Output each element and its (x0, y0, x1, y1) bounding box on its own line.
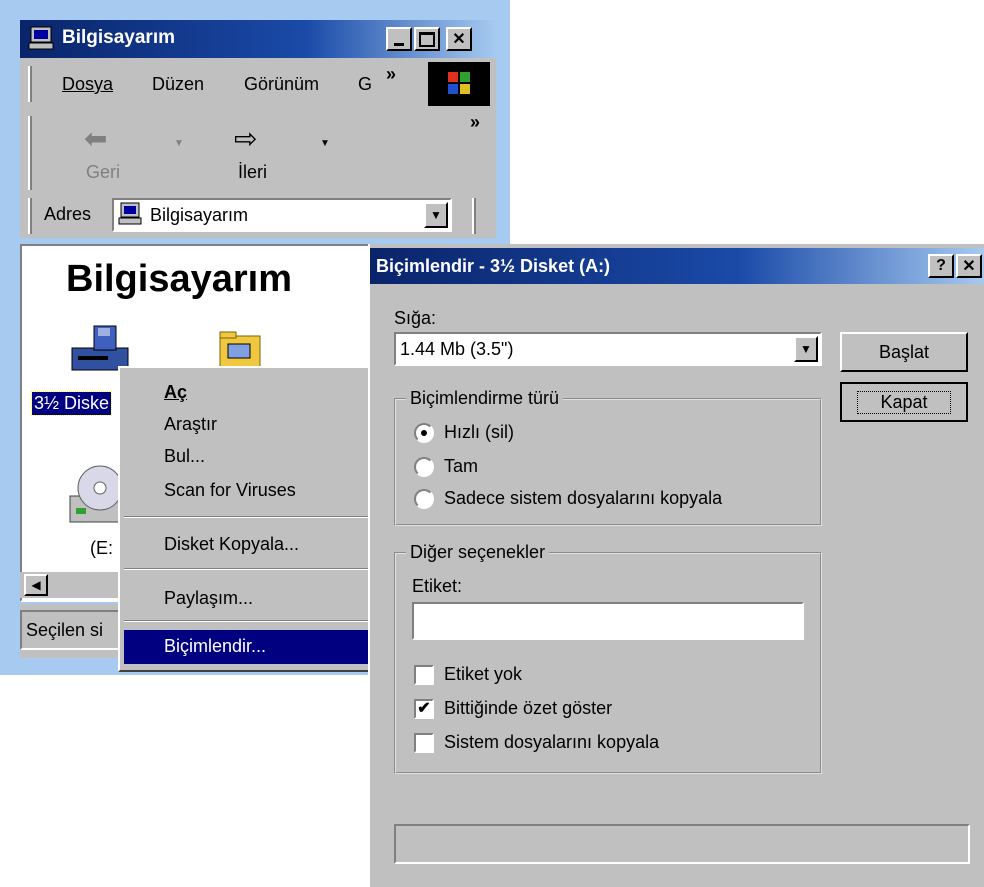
context-menu: Aç Araştır Bul... Scan for Viruses Diske… (118, 366, 382, 672)
other-options-group-title: Diğer seçenekler (406, 542, 550, 563)
close-icon: ✕ (962, 258, 976, 275)
radio-quick-circle[interactable] (414, 422, 434, 443)
computer-icon (28, 26, 54, 50)
address-combo[interactable]: Bilgisayarım ▼ (112, 198, 452, 232)
menu-item-truncated[interactable]: G (358, 74, 372, 95)
menu-item-copy-disk[interactable]: Disket Kopyala... (164, 534, 299, 555)
close-dialog-button-label: Kapat (857, 390, 951, 414)
address-bar-end-grip[interactable] (472, 198, 476, 234)
menu-item-open[interactable]: Aç (164, 382, 187, 403)
explorer-title: Bilgisayarım (62, 27, 175, 48)
status-text: Seçilen si (26, 620, 104, 640)
address-dropdown-button[interactable]: ▼ (424, 202, 448, 228)
toolbar-grip[interactable] (28, 116, 32, 190)
radio-full-label[interactable]: Tam (444, 456, 478, 477)
toolbar: ⬅ Geri ▼ ⇨ İleri ▼ » (20, 110, 496, 195)
address-bar-grip[interactable] (28, 198, 32, 234)
checkbox-no-label-text[interactable]: Etiket yok (444, 664, 522, 685)
content-heading: Bilgisayarım (66, 258, 292, 300)
checkbox-show-summary-box[interactable]: ✔ (414, 698, 434, 719)
address-bar: Adres Bilgisayarım ▼ (20, 194, 496, 238)
dialog-close-button[interactable]: ✕ (956, 254, 982, 278)
menu-item-explore[interactable]: Araştır (164, 414, 217, 435)
floppy-drive-label[interactable]: 3½ Diske (30, 391, 113, 416)
minimize-icon (394, 42, 404, 46)
checkbox-copy-system-text[interactable]: Sistem dosyalarını kopyala (444, 732, 659, 753)
checkbox-show-summary[interactable]: ✔ Bittiğinde özet göster (414, 698, 612, 719)
capacity-value: 1.44 Mb (3.5") (400, 339, 514, 359)
help-icon: ? (936, 257, 946, 274)
format-progress-bar (394, 824, 970, 864)
checkbox-copy-system[interactable]: Sistem dosyalarını kopyala (414, 732, 659, 753)
format-dialog-title: Biçimlendir - 3½ Disket (A:) (376, 256, 611, 276)
menu-item-scan-for-viruses[interactable]: Scan for Viruses (164, 480, 296, 501)
radio-full[interactable]: Tam (414, 456, 478, 477)
label-input[interactable] (412, 602, 804, 640)
back-arrow-icon[interactable]: ⬅ (84, 122, 107, 155)
close-button[interactable]: ✕ (446, 27, 472, 51)
capacity-select[interactable]: 1.44 Mb (3.5") ▼ (394, 332, 822, 366)
menu-separator (124, 516, 376, 518)
cd-drive-label[interactable]: (E: (90, 538, 113, 559)
capacity-label: Sığa: (394, 308, 437, 328)
forward-button-label[interactable]: İleri (238, 162, 267, 183)
toolbar-overflow-chevron-icon[interactable]: » (470, 112, 480, 133)
other-options-group: Diğer seçenekler Etiket: Etiket yok ✔ Bi… (394, 542, 822, 774)
format-type-group-title: Biçimlendirme türü (406, 388, 564, 409)
scroll-left-button[interactable]: ◀ (24, 574, 48, 596)
radio-system-only-label[interactable]: Sadece sistem dosyalarını kopyala (444, 488, 722, 509)
format-dialog: Biçimlendir - 3½ Disket (A:) ? ✕ Sığa: 1… (368, 244, 984, 887)
menu-item-format[interactable]: Biçimlendir... (124, 630, 376, 664)
forward-dropdown-icon[interactable]: ▼ (320, 138, 330, 149)
checkbox-no-label[interactable]: Etiket yok (414, 664, 522, 685)
checkbox-no-label-box[interactable] (414, 664, 434, 685)
menu-item-sharing[interactable]: Paylaşım... (164, 588, 253, 609)
menu-bar: Dosya Düzen Görünüm G » (20, 58, 496, 111)
chevron-down-icon: ▼ (430, 208, 442, 222)
format-dialog-title-bar[interactable]: Biçimlendir - 3½ Disket (A:) ? ✕ (370, 248, 984, 284)
computer-small-icon (118, 202, 142, 231)
radio-quick[interactable]: Hızlı (sil) (414, 422, 514, 443)
maximize-icon (419, 31, 435, 47)
radio-system-only-circle[interactable] (414, 488, 434, 509)
radio-system-only[interactable]: Sadece sistem dosyalarını kopyala (414, 488, 722, 509)
explorer-title-bar[interactable]: Bilgisayarım ✕ (20, 20, 496, 58)
menu-overflow-chevron-icon[interactable]: » (386, 64, 396, 85)
format-type-group: Biçimlendirme türü Hızlı (sil) Tam Sadec… (394, 388, 822, 526)
maximize-button[interactable] (414, 27, 440, 51)
back-button-label[interactable]: Geri (86, 162, 120, 183)
start-button-label: Başlat (878, 341, 930, 362)
menu-separator (124, 568, 376, 570)
menu-item-gorunum[interactable]: Görünüm (244, 74, 319, 95)
minimize-button[interactable] (386, 27, 412, 51)
menu-item-find[interactable]: Bul... (164, 446, 205, 467)
start-button[interactable]: Başlat (840, 332, 968, 372)
close-dialog-button[interactable]: Kapat (840, 382, 968, 422)
address-value: Bilgisayarım (150, 205, 249, 225)
menu-item-duzen[interactable]: Düzen (152, 74, 204, 95)
radio-quick-label[interactable]: Hızlı (sil) (444, 422, 514, 443)
checkbox-copy-system-box[interactable] (414, 732, 434, 753)
capacity-dropdown-button[interactable]: ▼ (794, 336, 818, 362)
label-field-label: Etiket: (412, 576, 463, 596)
menu-separator (124, 620, 376, 622)
radio-full-circle[interactable] (414, 456, 434, 477)
menu-item-dosya[interactable]: Dosya (62, 74, 113, 95)
checkbox-show-summary-text[interactable]: Bittiğinde özet göster (444, 698, 612, 719)
menu-bar-grip[interactable] (28, 66, 32, 102)
back-dropdown-icon[interactable]: ▼ (174, 138, 184, 149)
close-icon: ✕ (452, 31, 466, 48)
forward-arrow-icon[interactable]: ⇨ (234, 122, 257, 155)
menu-item-format-label: Biçimlendir... (164, 636, 267, 656)
chevron-down-icon: ▼ (800, 342, 812, 356)
help-button[interactable]: ? (928, 254, 954, 278)
windows-logo (428, 62, 490, 106)
scroll-left-icon: ◀ (31, 578, 41, 592)
address-label: Adres (44, 204, 92, 224)
